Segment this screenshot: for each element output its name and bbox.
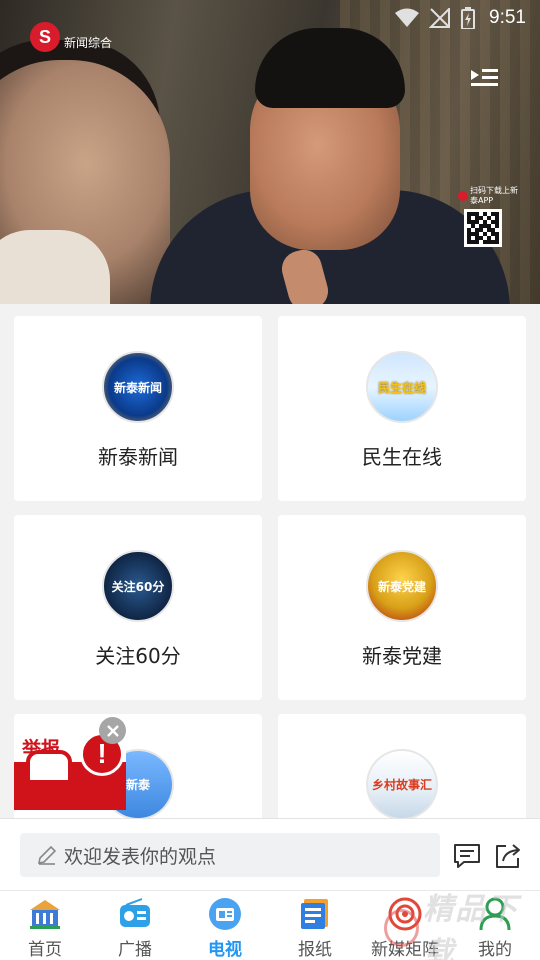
program-thumbnail: 乡村故事汇 xyxy=(366,749,438,820)
bottom-nav: 首页 广播 电视 报纸 新媒矩阵 我的 xyxy=(0,890,540,960)
program-thumbnail: 新泰党建 xyxy=(366,550,438,622)
program-label: 新泰新闻 xyxy=(98,445,178,469)
nav-label: 我的 xyxy=(478,940,512,960)
comment-icon xyxy=(454,844,480,868)
profile-icon xyxy=(478,897,512,931)
channel-name: 新闻综合 xyxy=(64,35,113,50)
pencil-icon xyxy=(37,845,57,865)
playlist-button[interactable] xyxy=(470,66,500,90)
video-player[interactable]: S 新闻综合 扫码下载上新泰APP xyxy=(0,0,540,304)
newspaper-icon xyxy=(298,897,332,931)
nav-label: 广播 xyxy=(118,940,152,960)
tv-icon xyxy=(208,897,242,931)
telephone-icon xyxy=(26,750,72,784)
nav-label: 新媒矩阵 xyxy=(371,940,439,960)
close-icon xyxy=(106,724,119,737)
program-thumbnail: 关注60分 xyxy=(102,550,174,622)
comment-input[interactable]: 欢迎发表你的观点 xyxy=(20,833,440,877)
qr-code-block: 扫码下载上新泰APP xyxy=(458,186,518,247)
program-label: 新泰党建 xyxy=(362,644,442,668)
signal-icon xyxy=(429,8,451,28)
nav-label: 报纸 xyxy=(298,940,332,960)
program-label: 民生在线 xyxy=(362,445,442,469)
program-card-minsheng-online[interactable]: 民生在线 民生在线 xyxy=(278,316,526,501)
qr-code xyxy=(464,209,502,247)
wifi-icon xyxy=(395,8,420,28)
nav-label: 电视 xyxy=(208,940,242,960)
nav-media-matrix[interactable]: 新媒矩阵 xyxy=(360,891,450,960)
program-thumbnail: 民生在线 xyxy=(366,351,438,423)
nav-tv[interactable]: 电视 xyxy=(180,891,270,960)
nav-newspaper[interactable]: 报纸 xyxy=(270,891,360,960)
app-logo-icon xyxy=(458,191,468,201)
home-icon xyxy=(28,897,62,931)
nav-label: 首页 xyxy=(28,940,62,960)
comment-placeholder: 欢迎发表你的观点 xyxy=(64,845,217,868)
battery-icon xyxy=(461,7,476,29)
playlist-icon xyxy=(471,69,498,86)
program-label: 关注60分 xyxy=(95,644,181,668)
share-button[interactable] xyxy=(493,841,523,871)
qr-caption: 扫码下载上新泰APP xyxy=(470,186,518,205)
program-card-xintai-party[interactable]: 新泰党建 新泰党建 xyxy=(278,515,526,700)
nav-home[interactable]: 首页 xyxy=(0,891,90,960)
program-card-xintai-news[interactable]: 新泰新闻 新泰新闻 xyxy=(14,316,262,501)
status-time: 9:51 xyxy=(489,7,526,28)
ad-close-button[interactable] xyxy=(99,717,126,744)
program-thumbnail: 新泰新闻 xyxy=(102,351,174,423)
nav-radio[interactable]: 广播 xyxy=(90,891,180,960)
radio-icon xyxy=(118,897,152,931)
status-bar: 9:51 xyxy=(0,0,540,36)
comment-bar: 欢迎发表你的观点 xyxy=(0,818,540,890)
media-matrix-icon xyxy=(388,897,422,931)
comments-button[interactable] xyxy=(452,841,482,871)
program-card-rural-stories[interactable]: 乡村故事汇 xyxy=(278,714,526,820)
nav-profile[interactable]: 我的 xyxy=(450,891,540,960)
program-card-focus-60[interactable]: 关注60分 关注60分 xyxy=(14,515,262,700)
share-icon xyxy=(496,844,520,868)
